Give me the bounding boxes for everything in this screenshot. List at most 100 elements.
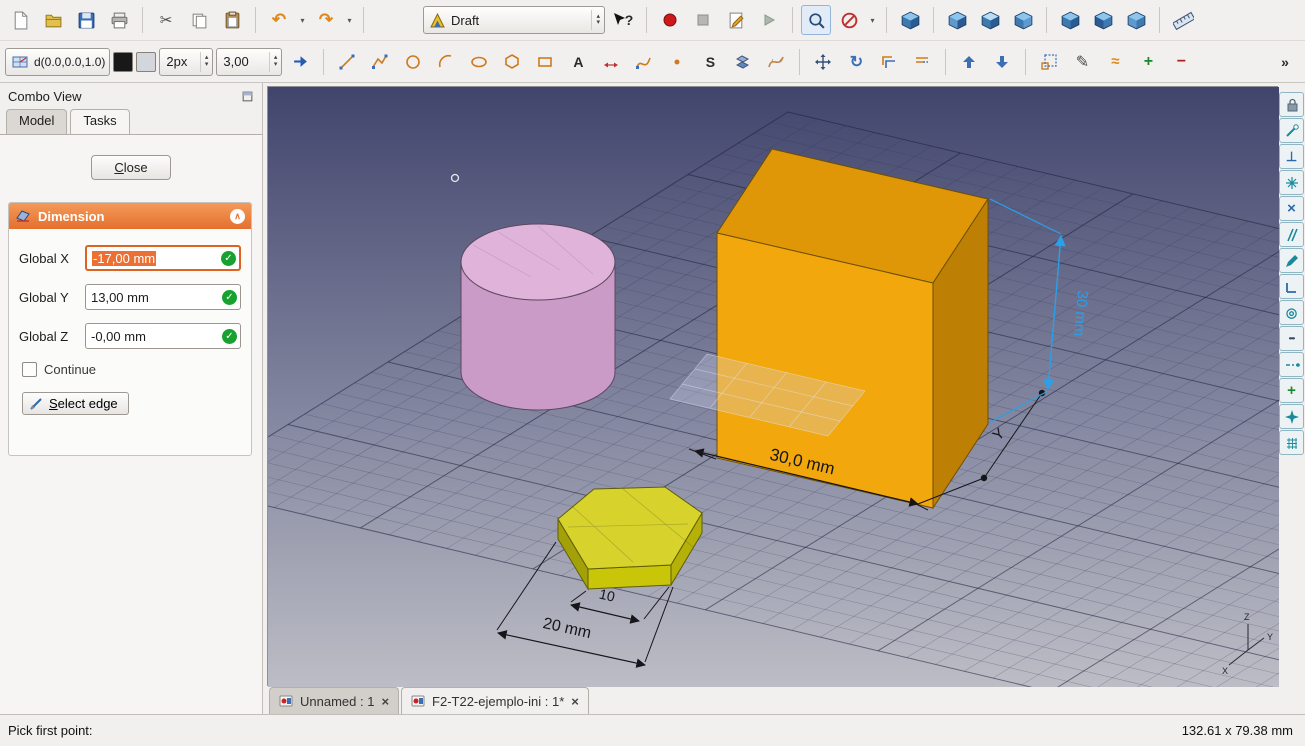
line-width-spin[interactable]: ▴▾ (200, 52, 209, 72)
global-x-input[interactable]: -17,00 mm ✓ (85, 245, 241, 271)
snap-parallel-button[interactable] (1279, 222, 1304, 247)
draft-offset-button[interactable] (874, 47, 904, 77)
draft-rectangle-button[interactable] (530, 47, 560, 77)
global-y-input[interactable]: 13,00 mm ✓ (85, 284, 241, 310)
snap-dimensions-button[interactable]: + (1279, 378, 1304, 403)
snap-midpoint-button[interactable]: ⊥ (1279, 144, 1304, 169)
macro-stop-button[interactable] (688, 5, 718, 35)
snap-intersection-button[interactable]: × (1279, 196, 1304, 221)
tab-model[interactable]: Model (6, 109, 67, 134)
draft-text-button[interactable]: A (563, 47, 593, 77)
box-object[interactable] (717, 149, 988, 508)
draft-shapestring-button[interactable]: S (695, 47, 725, 77)
draft-facebinder-button[interactable] (728, 47, 758, 77)
snap-lock-button[interactable] (1279, 92, 1304, 117)
macro-record-button[interactable] (655, 5, 685, 35)
snap-workingplane-button[interactable] (1279, 404, 1304, 429)
face-color-swatch[interactable] (136, 52, 156, 72)
open-document-button[interactable] (38, 5, 68, 35)
view-top-button[interactable] (975, 5, 1005, 35)
macro-edit-button[interactable] (721, 5, 751, 35)
redo-dropdown[interactable]: ▾ (344, 6, 355, 34)
clipping-plane-button[interactable] (834, 5, 864, 35)
undo-dropdown[interactable]: ▾ (297, 6, 308, 34)
combo-view-panel: Combo View Model Tasks Close Dimension ∧… (0, 83, 263, 714)
snap-ortho-button[interactable] (1279, 274, 1304, 299)
text-size-spin[interactable]: ▴▾ (269, 52, 278, 72)
whats-this-button[interactable]: ? (608, 5, 638, 35)
select-edge-button[interactable]: Select edge (22, 392, 129, 415)
snap-near-button[interactable] (1279, 248, 1304, 273)
3d-viewport[interactable]: 30,0 mm Y 30 mm 10 20 mm (268, 87, 1279, 687)
clipping-dropdown[interactable]: ▾ (867, 6, 878, 34)
draft-arc-button[interactable] (431, 47, 461, 77)
new-document-button[interactable] (5, 5, 35, 35)
cut-button[interactable]: ✂ (151, 5, 181, 35)
dimension-task-box: Dimension ∧ Global X -17,00 mm ✓ Global … (8, 202, 252, 456)
draft-circle-button[interactable] (398, 47, 428, 77)
draft-bezier-button[interactable] (761, 47, 791, 77)
close-task-button[interactable]: Close (91, 155, 170, 180)
draft-line-button[interactable] (332, 47, 362, 77)
draft-point-button[interactable] (662, 47, 692, 77)
continue-checkbox[interactable] (22, 362, 37, 377)
apply-style-button[interactable] (285, 47, 315, 77)
cylinder-object[interactable] (461, 224, 615, 410)
view-axonometric-button[interactable] (895, 5, 925, 35)
print-button[interactable] (104, 5, 134, 35)
copy-button[interactable] (184, 5, 214, 35)
draft-wire-to-bspline-button[interactable]: ≈ (1100, 47, 1130, 77)
snap-extension-button[interactable] (1279, 352, 1304, 377)
snap-endpoint-button[interactable] (1279, 118, 1304, 143)
global-z-input[interactable]: -0,00 mm ✓ (85, 323, 241, 349)
view-right-button[interactable] (1008, 5, 1038, 35)
zoom-fit-button[interactable] (801, 5, 831, 35)
save-document-button[interactable] (71, 5, 101, 35)
dimension-section-header[interactable]: Dimension ∧ (9, 203, 251, 229)
tab-tasks[interactable]: Tasks (70, 109, 129, 134)
undo-button[interactable]: ↶ (264, 5, 294, 35)
draft-downgrade-button[interactable] (987, 47, 1017, 77)
view-front-button[interactable] (942, 5, 972, 35)
draft-polygon-button[interactable] (497, 47, 527, 77)
draft-remove-point-button[interactable]: − (1166, 47, 1196, 77)
redo-button[interactable]: ↷ (311, 5, 341, 35)
doc-tab-ejemplo[interactable]: F2-T22-ejemplo-ini : 1* × (401, 687, 589, 714)
collapse-section-button[interactable]: ∧ (230, 209, 245, 224)
text-size-spinbox[interactable]: 3,00 ▴▾ (216, 48, 282, 76)
draft-trimex-button[interactable] (907, 47, 937, 77)
macro-play-button[interactable] (754, 5, 784, 35)
doc-tab-unnamed[interactable]: Unnamed : 1 × (269, 687, 399, 714)
close-tab-icon[interactable]: × (381, 694, 389, 709)
line-color-swatch[interactable] (113, 52, 133, 72)
draft-dimension-button[interactable] (596, 47, 626, 77)
toolbar-overflow-button[interactable]: » (1270, 47, 1300, 77)
separator (799, 49, 800, 75)
draft-upgrade-button[interactable] (954, 47, 984, 77)
float-panel-icon[interactable] (241, 90, 254, 103)
draft-ellipse-button[interactable] (464, 47, 494, 77)
draft-wire-button[interactable] (365, 47, 395, 77)
workbench-spin-arrows[interactable]: ▴▾ (591, 10, 600, 30)
downgrade-tool-icon (993, 53, 1011, 71)
doc-tab-label: Unnamed : 1 (300, 694, 374, 709)
snap-special-button[interactable]: ••• (1279, 326, 1304, 351)
close-tab-icon[interactable]: × (571, 694, 579, 709)
draft-move-button[interactable] (808, 47, 838, 77)
draft-rotate-button[interactable]: ↻ (841, 47, 871, 77)
draft-edit-button[interactable]: ✎ (1067, 47, 1097, 77)
working-plane-button[interactable]: d(0.0,0.0,1.0) (5, 48, 110, 76)
draft-add-point-button[interactable]: + (1133, 47, 1163, 77)
draft-scale-button[interactable] (1034, 47, 1064, 77)
measure-button[interactable] (1168, 5, 1198, 35)
paste-button[interactable] (217, 5, 247, 35)
view-rear-button[interactable] (1055, 5, 1085, 35)
view-left-button[interactable] (1121, 5, 1151, 35)
line-width-select[interactable]: 2px ▴▾ (159, 48, 213, 76)
snap-grid-button[interactable] (1279, 430, 1304, 455)
view-bottom-button[interactable] (1088, 5, 1118, 35)
snap-center-button[interactable]: ◎ (1279, 300, 1304, 325)
draft-bspline-button[interactable] (629, 47, 659, 77)
snap-angle-button[interactable] (1279, 170, 1304, 195)
workbench-selector[interactable]: Draft ▴▾ (423, 6, 605, 34)
